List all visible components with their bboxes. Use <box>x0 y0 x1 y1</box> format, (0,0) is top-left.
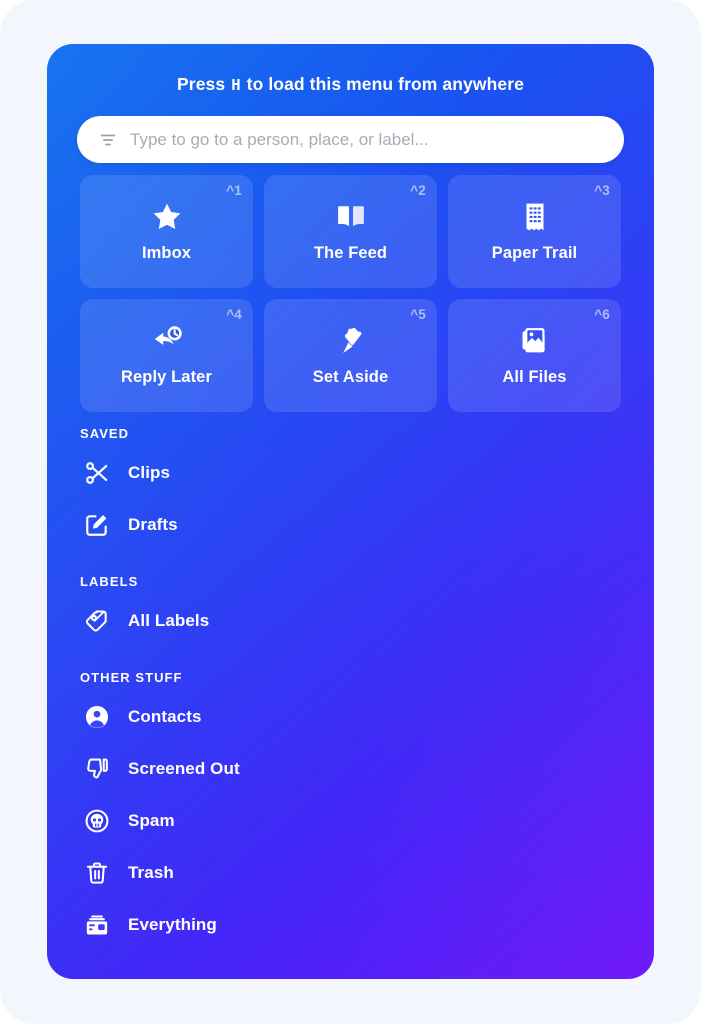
tile-label: All Files <box>502 368 567 386</box>
nav-item-trash[interactable]: Trash <box>80 847 621 899</box>
search-input[interactable] <box>130 116 602 163</box>
shortcut-tile-grid: ^1 Imbox ^2 The Feed ^3 Paper Trail ^4 R… <box>80 175 621 412</box>
nav-item-drafts[interactable]: Drafts <box>80 499 621 551</box>
tag-icon <box>84 608 110 634</box>
tile-reply-later[interactable]: ^4 Reply Later <box>80 299 253 412</box>
nav-item-everything[interactable]: Everything <box>80 899 621 951</box>
section-other-stuff: OTHER STUFF Contacts Screened Out Spam T… <box>80 670 621 951</box>
skull-circle-icon <box>84 808 110 834</box>
thumbs-down-icon <box>84 756 110 782</box>
photo-stack-icon <box>518 324 552 358</box>
tile-label: Paper Trail <box>491 244 578 262</box>
tile-label: Reply Later <box>121 368 212 386</box>
star-icon <box>150 200 184 234</box>
receipt-icon <box>518 200 552 234</box>
tile-shortcut-badge: ^3 <box>594 183 610 198</box>
hint-suffix: to load this menu from anywhere <box>246 74 524 94</box>
archive-box-icon <box>84 912 110 938</box>
tile-imbox[interactable]: ^1 Imbox <box>80 175 253 288</box>
keyboard-hint: Press Hto load this menu from anywhere <box>47 74 654 95</box>
nav-item-screened-out[interactable]: Screened Out <box>80 743 621 795</box>
nav-item-label: Clips <box>128 463 171 482</box>
scissors-icon <box>84 460 110 486</box>
search-bar[interactable] <box>77 116 624 163</box>
tile-the-feed[interactable]: ^2 The Feed <box>264 175 437 288</box>
tile-shortcut-badge: ^1 <box>226 183 242 198</box>
app-root: Press Hto load this menu from anywhere ^1… <box>0 0 701 1024</box>
nav-item-label: Spam <box>128 811 175 830</box>
tile-paper-trail[interactable]: ^3 Paper Trail <box>448 175 621 288</box>
nav-item-label: Everything <box>128 915 217 934</box>
nav-item-contacts[interactable]: Contacts <box>80 691 621 743</box>
tile-label: The Feed <box>313 244 388 262</box>
pencil-square-icon <box>84 512 110 538</box>
tile-label: Imbox <box>141 244 192 262</box>
tile-shortcut-badge: ^4 <box>226 307 242 322</box>
command-palette-panel: Press Hto load this menu from anywhere ^1… <box>47 44 654 979</box>
tile-shortcut-badge: ^6 <box>594 307 610 322</box>
hint-prefix: Press <box>177 74 226 94</box>
tile-label: Set Aside <box>312 368 389 386</box>
tile-set-aside[interactable]: ^5 Set Aside <box>264 299 437 412</box>
nav-item-clips[interactable]: Clips <box>80 447 621 499</box>
nav-item-all-labels[interactable]: All Labels <box>80 595 621 647</box>
nav-item-label: Drafts <box>128 515 178 534</box>
tile-all-files[interactable]: ^6 All Files <box>448 299 621 412</box>
person-circle-icon <box>84 704 110 730</box>
hint-key-glyph: H <box>231 76 241 94</box>
nav-item-label: Screened Out <box>128 759 240 778</box>
tile-shortcut-badge: ^2 <box>410 183 426 198</box>
pin-icon <box>334 324 368 358</box>
open-book-icon <box>334 200 368 234</box>
nav-item-label: All Labels <box>128 611 210 630</box>
section-labels: LABELS All Labels <box>80 574 621 647</box>
filter-icon <box>99 131 130 149</box>
nav-sections: SAVED Clips Drafts LABELS All Labels OTH… <box>80 426 621 951</box>
nav-item-spam[interactable]: Spam <box>80 795 621 847</box>
section-heading: LABELS <box>80 574 139 589</box>
nav-item-label: Contacts <box>128 707 202 726</box>
nav-item-label: Trash <box>128 863 174 882</box>
section-saved: SAVED Clips Drafts <box>80 426 621 551</box>
section-heading: SAVED <box>80 426 130 441</box>
reply-clock-icon <box>150 324 184 358</box>
section-heading: OTHER STUFF <box>80 670 183 685</box>
tile-shortcut-badge: ^5 <box>410 307 426 322</box>
trash-icon <box>84 860 110 886</box>
